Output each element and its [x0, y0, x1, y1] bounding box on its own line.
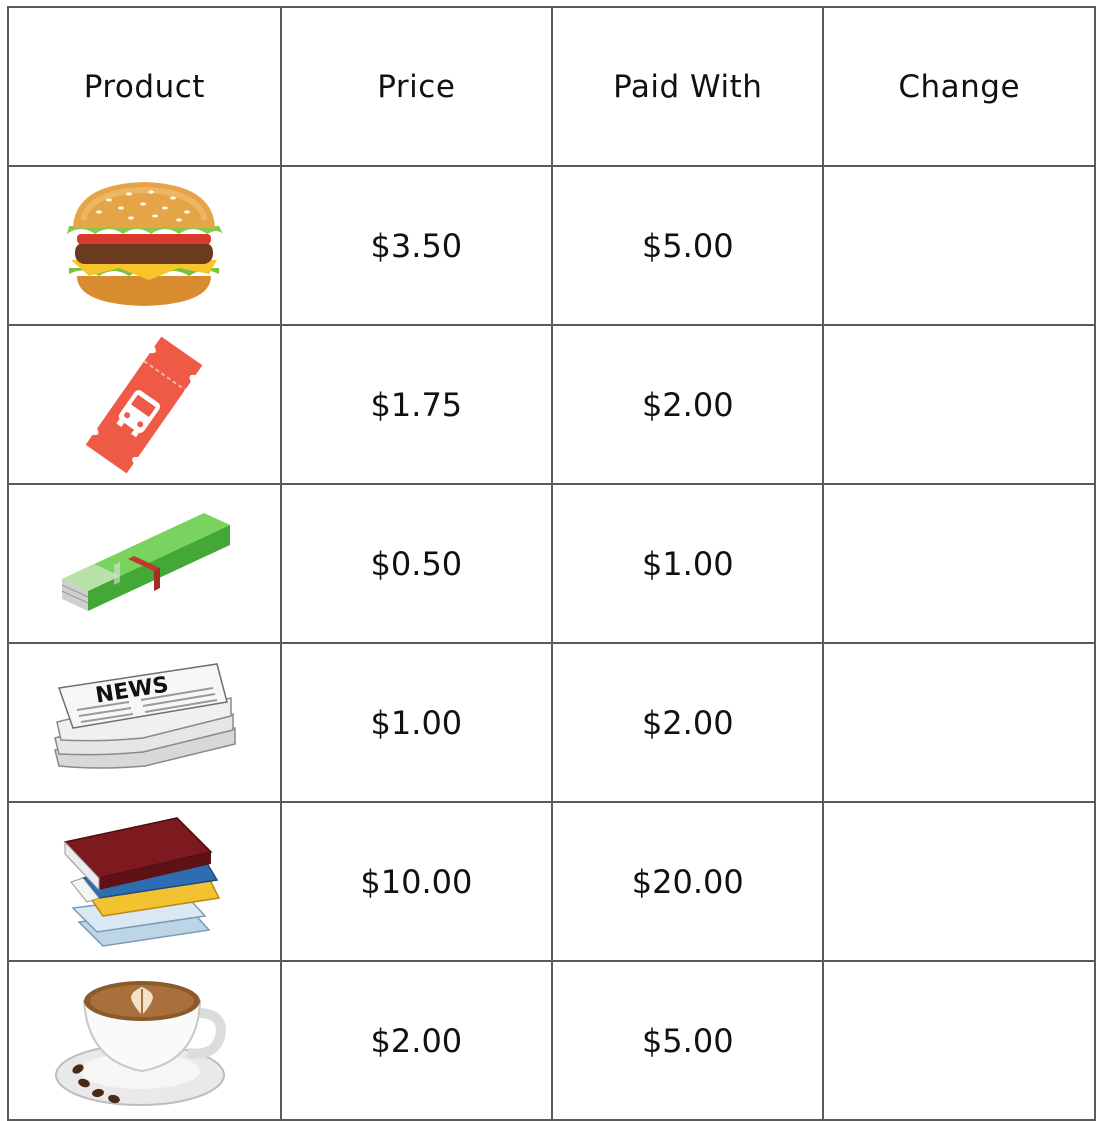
header-row: Product Price Paid With Change	[7, 6, 1096, 167]
product-cell	[7, 483, 282, 644]
paid-with-cell: $1.00	[551, 483, 825, 644]
change-worksheet-table: Product Price Paid With Change $3.50 $5.…	[7, 6, 1096, 1121]
product-cell	[7, 165, 282, 326]
change-cell[interactable]	[822, 165, 1096, 326]
price-cell: $3.50	[279, 165, 554, 326]
hamburger-icon	[67, 181, 224, 306]
change-cell[interactable]	[822, 324, 1096, 485]
table-row: $10.00 $20.00	[7, 801, 1096, 962]
price-cell: $0.50	[279, 483, 554, 644]
price-cell: $2.00	[279, 960, 554, 1121]
bus-ticket-icon	[85, 336, 203, 473]
price-cell: $1.75	[279, 324, 554, 485]
change-cell[interactable]	[822, 642, 1096, 803]
change-cell[interactable]	[822, 483, 1096, 644]
header-paid-with: Paid With	[551, 6, 825, 167]
product-cell: NEWS	[7, 642, 282, 803]
price-cell: $10.00	[279, 801, 554, 962]
product-cell	[7, 801, 282, 962]
paid-with-cell: $2.00	[551, 642, 825, 803]
table-row: $2.00 $5.00	[7, 960, 1096, 1121]
change-cell[interactable]	[822, 801, 1096, 962]
newspaper-icon: NEWS	[54, 662, 237, 769]
product-cell	[7, 960, 282, 1121]
books-icon	[63, 816, 221, 947]
table-row: NEWS $1.00 $2.00	[7, 642, 1096, 803]
table-row: $0.50 $1.00	[7, 483, 1096, 644]
product-cell	[7, 324, 282, 485]
header-product: Product	[7, 6, 282, 167]
paid-with-cell: $5.00	[551, 960, 825, 1121]
change-cell[interactable]	[822, 960, 1096, 1121]
header-change: Change	[822, 6, 1096, 167]
paid-with-cell: $2.00	[551, 324, 825, 485]
paid-with-cell: $20.00	[551, 801, 825, 962]
table-row: $1.75 $2.00	[7, 324, 1096, 485]
paid-with-cell: $5.00	[551, 165, 825, 326]
header-price: Price	[279, 6, 554, 167]
coffee-cup-icon	[55, 980, 227, 1106]
price-cell: $1.00	[279, 642, 554, 803]
table-row: $3.50 $5.00	[7, 165, 1096, 326]
chewing-gum-icon	[62, 512, 231, 611]
